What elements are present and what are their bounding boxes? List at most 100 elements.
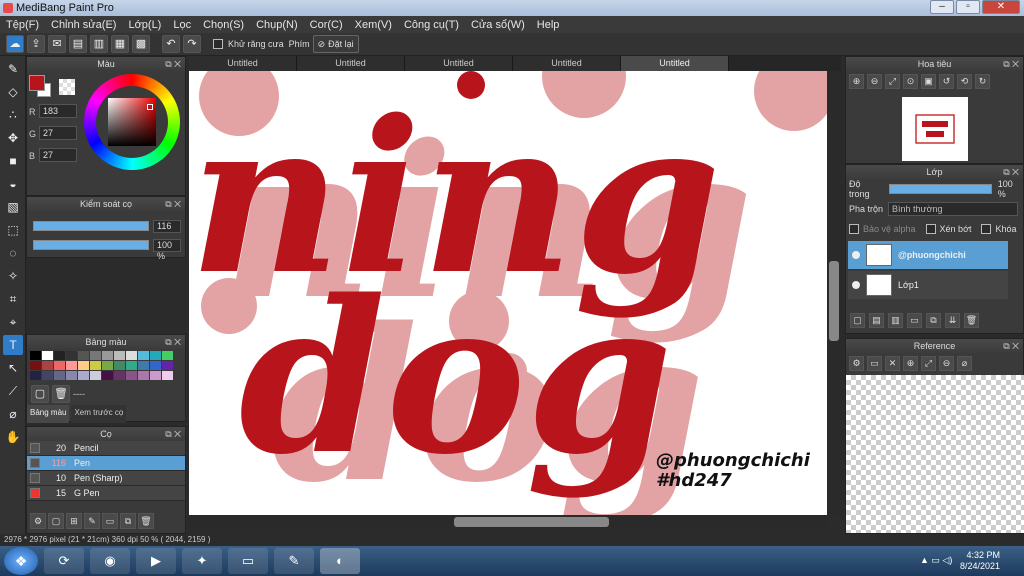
palette-swatch[interactable] (138, 361, 149, 370)
open-folder-icon[interactable]: ▭ (867, 356, 882, 371)
tab-document[interactable]: Untitled (513, 56, 621, 71)
menu-select[interactable]: Chọn(S) (203, 19, 244, 31)
zoom-out-icon[interactable]: ⊖ (867, 74, 882, 89)
palette-swatch[interactable] (162, 351, 173, 360)
file-explorer-icon[interactable]: ▭ (228, 548, 268, 574)
palette-swatch[interactable] (66, 371, 77, 380)
visibility-icon[interactable] (852, 281, 860, 289)
palette-swatch[interactable] (102, 351, 113, 360)
share-icon[interactable]: ⇪ (27, 35, 45, 53)
lock-checkbox[interactable] (981, 224, 992, 234)
rotate-left-icon[interactable]: ↺ (939, 74, 954, 89)
palette-swatch[interactable] (150, 371, 161, 380)
add-palette-icon[interactable]: ▢ (31, 385, 49, 403)
palette-swatch[interactable] (78, 351, 89, 360)
palette-swatch[interactable] (30, 351, 41, 360)
panel-close-icon[interactable]: ⧉ ✕ (1003, 165, 1019, 179)
brush-opacity-slider[interactable] (33, 240, 149, 250)
document-icon[interactable]: ▥ (90, 35, 108, 53)
new-folder-icon[interactable]: ▭ (907, 312, 922, 328)
new-brush-icon[interactable]: ▢ (48, 513, 64, 529)
tray-icons[interactable]: ▲ ▭ ◁) (920, 555, 952, 566)
reference-settings-icon[interactable]: ⚙ (849, 356, 864, 371)
palette-swatch[interactable] (54, 351, 65, 360)
menu-edit[interactable]: Chỉnh sửa(E) (51, 19, 116, 31)
visibility-icon[interactable] (852, 251, 860, 259)
paint-icon[interactable]: ✎ (274, 548, 314, 574)
palette-swatch[interactable] (126, 361, 137, 370)
palette-swatch[interactable] (138, 371, 149, 380)
brush-item[interactable]: 10 Pen (Sharp) (27, 471, 185, 486)
panel-close-icon[interactable]: ⧉ ✕ (165, 427, 181, 441)
add-brush-icon[interactable]: ⊞ (66, 513, 82, 529)
taskbar-app-icon[interactable]: ⟳ (44, 548, 84, 574)
color-wheel[interactable] (84, 74, 180, 170)
brush-item[interactable]: 20 Pencil (27, 441, 185, 456)
vertical-scroll-thumb[interactable] (829, 261, 839, 341)
horizontal-scroll-thumb[interactable] (454, 517, 609, 527)
palette-swatch[interactable] (30, 371, 41, 380)
palette-swatch[interactable] (78, 361, 89, 370)
palette-swatch[interactable] (90, 351, 101, 360)
palette-swatch[interactable] (114, 371, 125, 380)
palette-swatch[interactable] (30, 361, 41, 370)
brush-item[interactable]: 116 Pen (27, 456, 185, 471)
brush-size-slider[interactable] (33, 221, 149, 231)
page-icon[interactable]: ▤ (69, 35, 87, 53)
palette-swatch[interactable] (66, 351, 77, 360)
minimize-button[interactable]: – (930, 0, 954, 14)
brush-opacity-value[interactable]: 100 % (153, 239, 181, 261)
undo-icon[interactable]: ↶ (162, 35, 180, 53)
clipping-checkbox[interactable] (925, 224, 936, 234)
drawing-canvas[interactable]: ning dog ning dog @phuongchichi #hd247 (189, 71, 827, 515)
menu-window[interactable]: Cửa sổ(W) (471, 19, 525, 31)
merge-layer-icon[interactable]: ⇊ (945, 312, 960, 328)
palette-swatch[interactable] (78, 371, 89, 380)
menu-view[interactable]: Xem(V) (355, 19, 392, 31)
fit-icon[interactable]: ⤢ (885, 74, 900, 89)
menu-filter[interactable]: Lọc (173, 19, 191, 31)
rotate-right-icon[interactable]: ↻ (975, 74, 990, 89)
palette-swatch[interactable] (102, 371, 113, 380)
brush-icon[interactable]: ✎ (3, 59, 23, 79)
select-icon[interactable]: ⬚ (3, 220, 23, 240)
eyedropper-icon[interactable]: ⌀ (957, 356, 972, 371)
layer-blend-select[interactable]: Bình thường (888, 202, 1019, 216)
media-player-icon[interactable]: ▶ (136, 548, 176, 574)
comment-icon[interactable]: ✉ (48, 35, 66, 53)
text-icon[interactable]: T (3, 335, 23, 355)
hand-icon[interactable]: ✋ (3, 427, 23, 447)
zoom-out-icon[interactable]: ⊖ (939, 356, 954, 371)
close-reference-icon[interactable]: ✕ (885, 356, 900, 371)
protect-alpha-checkbox[interactable] (849, 224, 859, 234)
panel-close-icon[interactable]: ⧉ ✕ (1003, 57, 1019, 71)
palette-swatch[interactable] (162, 361, 173, 370)
delete-layer-icon[interactable]: 🗑 (964, 312, 979, 328)
gradient-icon[interactable]: ▧ (3, 197, 23, 217)
cloud-icon[interactable]: ☁ (6, 35, 24, 53)
actual-size-icon[interactable]: ▣ (921, 74, 936, 89)
new-layer-icon[interactable]: ▢ (850, 312, 865, 328)
eraser-icon[interactable]: ◇ (3, 82, 23, 102)
brush-item[interactable]: 15 G Pen (27, 486, 185, 501)
transparent-swatch[interactable] (59, 79, 75, 95)
menu-layer[interactable]: Lớp(L) (128, 19, 161, 31)
medibang-icon[interactable]: ◐ (320, 548, 360, 574)
blue-input[interactable]: 27 (39, 148, 77, 162)
eyedropper-icon[interactable]: ⌀ (3, 404, 23, 424)
palette-swatch[interactable] (162, 371, 173, 380)
palette-swatch[interactable] (54, 361, 65, 370)
layer-item-selected[interactable]: @phuongchichi (848, 241, 1008, 269)
palette-swatch[interactable] (90, 371, 101, 380)
reference-canvas[interactable] (846, 375, 1024, 533)
palette-swatch[interactable] (42, 351, 53, 360)
palette-swatch[interactable] (42, 371, 53, 380)
redo-icon[interactable]: ↷ (183, 35, 201, 53)
palette-swatch[interactable] (102, 361, 113, 370)
app-icon[interactable]: ✦ (182, 548, 222, 574)
lasso-icon[interactable]: ◌ (3, 243, 23, 263)
menu-tools[interactable]: Công cụ(T) (404, 19, 459, 31)
panel-close-icon[interactable]: ⧉ ✕ (165, 57, 181, 71)
palette-swatch[interactable] (114, 351, 125, 360)
operation-icon[interactable]: ↖ (3, 358, 23, 378)
